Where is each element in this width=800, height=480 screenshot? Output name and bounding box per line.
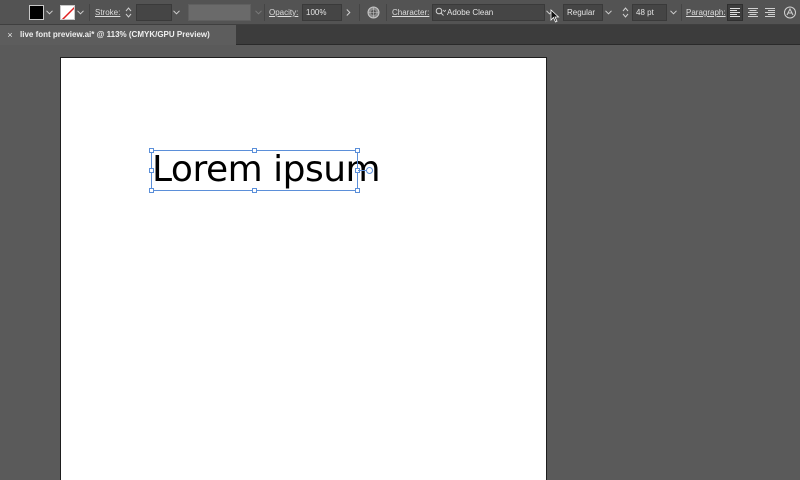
align-right-button[interactable] xyxy=(762,4,778,21)
stroke-weight-field[interactable] xyxy=(136,4,172,21)
resize-handle-top-right[interactable] xyxy=(355,148,360,153)
font-size-stepper-icon[interactable] xyxy=(621,4,630,21)
align-left-button[interactable] xyxy=(727,4,743,21)
resize-handle-top-left[interactable] xyxy=(149,148,154,153)
paragraph-label[interactable]: Paragraph: xyxy=(686,4,726,21)
document-tab-title: live font preview.ai* @ 113% (CMYK/GPU P… xyxy=(20,30,210,39)
separator xyxy=(264,4,265,21)
font-style-dropdown-chevron-icon[interactable] xyxy=(604,4,613,21)
artboard[interactable] xyxy=(60,57,547,480)
profile-dropdown-chevron-icon[interactable] xyxy=(254,4,263,21)
close-tab-icon[interactable]: × xyxy=(0,25,20,45)
character-label[interactable]: Character: xyxy=(392,4,429,21)
text-bounding-box xyxy=(151,150,358,191)
font-size-dropdown-chevron-icon[interactable] xyxy=(669,4,678,21)
resize-handle-middle-left[interactable] xyxy=(149,168,154,173)
glyphs-icon[interactable] xyxy=(782,4,798,21)
separator xyxy=(681,4,682,21)
variable-width-profile-field[interactable] xyxy=(188,4,251,21)
font-family-field[interactable]: Adobe Clean xyxy=(432,4,545,21)
stroke-color-swatch[interactable] xyxy=(60,5,75,20)
mouse-pointer-icon xyxy=(550,9,560,28)
resize-handle-top-center[interactable] xyxy=(252,148,257,153)
font-family-value: Adobe Clean xyxy=(447,8,494,17)
stroke-dropdown-chevron-icon[interactable] xyxy=(76,4,85,21)
font-style-field[interactable]: Regular xyxy=(563,4,603,21)
separator xyxy=(359,4,360,21)
recolor-artwork-icon[interactable] xyxy=(366,4,381,21)
resize-handle-bottom-right[interactable] xyxy=(355,188,360,193)
font-size-field[interactable]: 48 pt xyxy=(632,4,667,21)
stroke-label[interactable]: Stroke: xyxy=(95,4,120,21)
separator xyxy=(386,4,387,21)
control-bar: Stroke: Opacity: 100% Character: Adobe C… xyxy=(0,0,800,25)
stroke-weight-stepper-icon[interactable] xyxy=(124,4,133,21)
opacity-field[interactable]: 100% xyxy=(302,4,342,21)
align-center-button[interactable] xyxy=(745,4,761,21)
stroke-weight-dropdown-chevron-icon[interactable] xyxy=(172,4,181,21)
opacity-slider-arrow-icon[interactable] xyxy=(344,4,353,21)
resize-handle-bottom-center[interactable] xyxy=(252,188,257,193)
font-search-icon xyxy=(435,7,447,20)
document-tab-bar: × live font preview.ai* @ 113% (CMYK/GPU… xyxy=(0,25,800,45)
resize-handle-bottom-left[interactable] xyxy=(149,188,154,193)
document-tab[interactable]: × live font preview.ai* @ 113% (CMYK/GPU… xyxy=(0,25,236,45)
text-out-port-handle[interactable] xyxy=(366,167,373,174)
fill-dropdown-chevron-icon[interactable] xyxy=(45,4,54,21)
fill-color-swatch[interactable] xyxy=(29,5,44,20)
separator xyxy=(89,4,90,21)
opacity-label[interactable]: Opacity: xyxy=(269,4,298,21)
